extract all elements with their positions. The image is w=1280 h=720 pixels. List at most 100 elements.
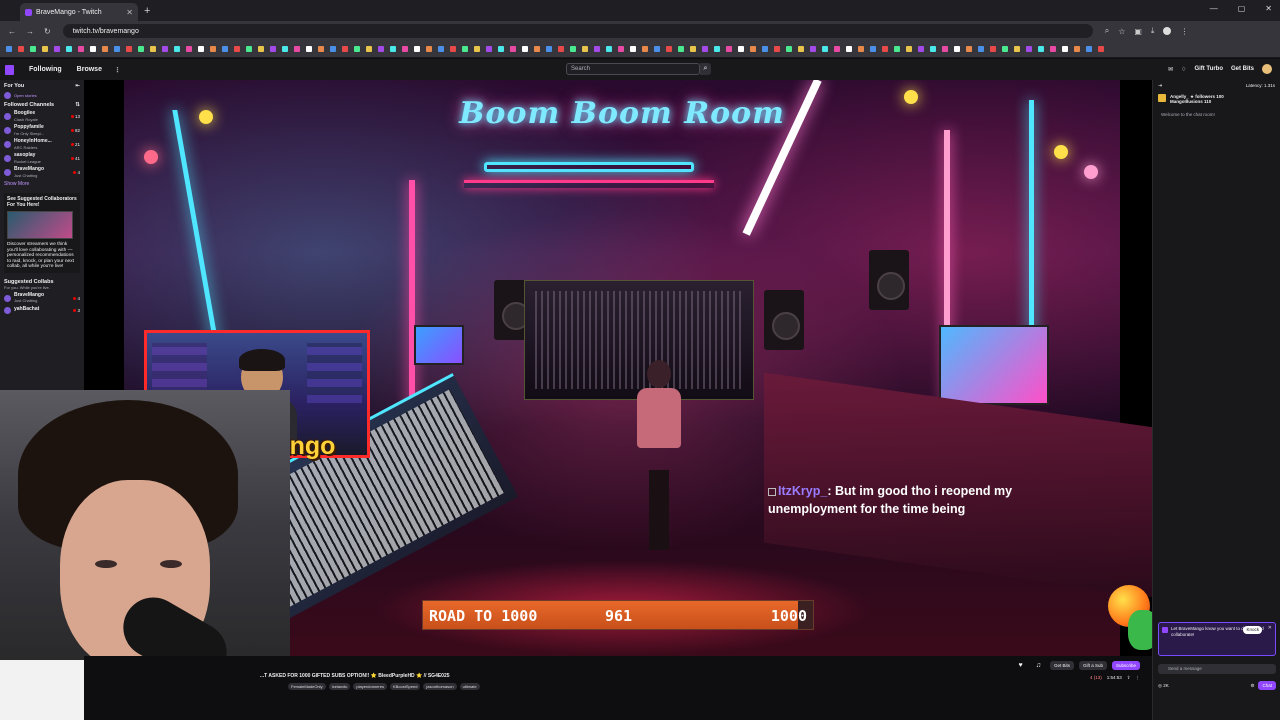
twitch-logo-icon[interactable] xyxy=(5,64,14,75)
stream-tag[interactable]: jasonthomason xyxy=(423,683,457,690)
bookmark-icon[interactable] xyxy=(474,46,480,52)
get-bits-action[interactable]: Get Bits xyxy=(1049,661,1074,670)
forward-icon[interactable]: → xyxy=(26,27,34,36)
bookmark-icon[interactable] xyxy=(774,46,780,52)
bookmark-icon[interactable] xyxy=(546,46,552,52)
bookmark-icon[interactable] xyxy=(42,46,48,52)
bookmark-icon[interactable] xyxy=(318,46,324,52)
bookmark-icon[interactable] xyxy=(1038,46,1044,52)
bookmark-icon[interactable] xyxy=(930,46,936,52)
url-field[interactable]: twitch.tv/bravemango xyxy=(62,24,1093,38)
bookmark-icon[interactable] xyxy=(738,46,744,52)
suggested-channel[interactable]: BraveMango Just Chatting 4 xyxy=(4,292,80,304)
extensions-icon[interactable]: ▣ xyxy=(1134,27,1142,36)
channel-points[interactable]: ◎ 2K xyxy=(1158,683,1169,689)
bookmark-icon[interactable] xyxy=(870,46,876,52)
bookmark-icon[interactable] xyxy=(906,46,912,52)
more-options-icon[interactable]: ⋮ xyxy=(114,66,121,74)
bookmark-icon[interactable] xyxy=(522,46,528,52)
close-tab-icon[interactable]: ✕ xyxy=(126,8,133,17)
bookmark-icon[interactable] xyxy=(18,46,24,52)
bookmark-icon[interactable] xyxy=(354,46,360,52)
bookmark-icon[interactable] xyxy=(762,46,768,52)
back-icon[interactable]: ← xyxy=(8,27,16,36)
bookmark-icon[interactable] xyxy=(126,46,132,52)
bookmark-icon[interactable] xyxy=(606,46,612,52)
stream-tag[interactable]: KBoostSpeed xyxy=(389,683,421,690)
bookmark-icon[interactable] xyxy=(210,46,216,52)
bookmark-icon[interactable] xyxy=(222,46,228,52)
bookmark-icon[interactable] xyxy=(486,46,492,52)
bookmark-icon[interactable] xyxy=(114,46,120,52)
bookmark-icon[interactable] xyxy=(270,46,276,52)
bookmark-icon[interactable] xyxy=(1014,46,1020,52)
bookmark-icon[interactable] xyxy=(498,46,504,52)
bookmark-icon[interactable] xyxy=(678,46,684,52)
bookmark-icon[interactable] xyxy=(558,46,564,52)
download-icon[interactable]: ⤓ xyxy=(1151,26,1155,36)
bookmark-icon[interactable] xyxy=(786,46,792,52)
bookmark-icon[interactable] xyxy=(450,46,456,52)
close-window-icon[interactable]: ✕ xyxy=(1265,4,1272,13)
bookmark-icon[interactable] xyxy=(102,46,108,52)
bookmark-icon[interactable] xyxy=(186,46,192,52)
knock-button[interactable]: Knock xyxy=(1243,626,1262,634)
gift-sub-button[interactable]: Gift a Sub xyxy=(1078,661,1107,670)
nav-following[interactable]: Following xyxy=(29,66,62,73)
chat-send-button[interactable]: Chat xyxy=(1258,681,1276,690)
bookmark-icon[interactable] xyxy=(378,46,384,52)
bookmark-icon[interactable] xyxy=(702,46,708,52)
bookmark-icon[interactable] xyxy=(162,46,168,52)
channels-channel[interactable]: HoneylnHome... ARC Raiders 21 xyxy=(4,138,80,150)
bookmark-icon[interactable] xyxy=(1086,46,1092,52)
bookmark-icon[interactable] xyxy=(966,46,972,52)
get-bits-button[interactable]: Get Bits xyxy=(1231,66,1254,72)
bookmark-icon[interactable] xyxy=(1062,46,1068,52)
open-stories[interactable]: Open stories xyxy=(4,92,80,99)
collapse-chat-icon[interactable]: ⇥ xyxy=(1158,83,1162,89)
bookmark-icon[interactable] xyxy=(138,46,144,52)
bookmark-icon[interactable] xyxy=(942,46,948,52)
bookmark-icon[interactable] xyxy=(78,46,84,52)
bookmark-icon[interactable] xyxy=(1074,46,1080,52)
stream-tag[interactable]: FemaleMadeOnly xyxy=(288,683,326,690)
bookmark-icon[interactable] xyxy=(798,46,804,52)
bookmark-icon[interactable] xyxy=(714,46,720,52)
notifications-icon[interactable]: ♢ xyxy=(1181,66,1186,73)
top-gifter[interactable]: MangoIllusions 110 xyxy=(1170,99,1224,104)
bookmark-icon[interactable] xyxy=(594,46,600,52)
bookmark-icon[interactable] xyxy=(666,46,672,52)
stream-tag[interactable]: playerdonneres xyxy=(353,683,387,690)
bookmark-icon[interactable] xyxy=(582,46,588,52)
bookmark-icon[interactable] xyxy=(954,46,960,52)
zoom-icon[interactable]: ⌕ xyxy=(1105,26,1109,36)
stream-tag[interactable]: ultimate xyxy=(459,683,480,690)
share-icon[interactable]: ⇪ xyxy=(1127,675,1131,681)
bookmark-icon[interactable] xyxy=(882,46,888,52)
bookmark-icon[interactable] xyxy=(1026,46,1032,52)
bookmark-icon[interactable] xyxy=(810,46,816,52)
bookmark-icon[interactable] xyxy=(570,46,576,52)
bookmark-icon[interactable] xyxy=(1002,46,1008,52)
follow-heart-icon[interactable]: ♥ xyxy=(1015,660,1027,671)
bookmark-icon[interactable] xyxy=(858,46,864,52)
search-input[interactable]: Search xyxy=(566,63,700,75)
inbox-icon[interactable]: ✉ xyxy=(1168,66,1173,73)
profile-avatar[interactable] xyxy=(1163,27,1172,35)
bookmark-icon[interactable] xyxy=(510,46,516,52)
sort-icon[interactable]: ⇅ xyxy=(75,102,80,108)
minimize-icon[interactable]: — xyxy=(1210,4,1218,13)
bookmark-icon[interactable] xyxy=(390,46,396,52)
bookmark-icon[interactable] xyxy=(990,46,996,52)
channels-channel[interactable]: BraveMango Just Chatting 4 xyxy=(4,166,80,178)
bookmark-icon[interactable] xyxy=(750,46,756,52)
bookmark-icon[interactable] xyxy=(150,46,156,52)
bookmark-icon[interactable] xyxy=(534,46,540,52)
bookmark-icon[interactable] xyxy=(846,46,852,52)
bookmark-icon[interactable] xyxy=(30,46,36,52)
bookmark-icon[interactable] xyxy=(438,46,444,52)
browser-tab[interactable]: BraveMango - Twitch ✕ xyxy=(20,3,138,21)
bookmark-icon[interactable] xyxy=(426,46,432,52)
bookmark-icon[interactable] xyxy=(366,46,372,52)
new-tab-icon[interactable]: + xyxy=(144,5,150,17)
